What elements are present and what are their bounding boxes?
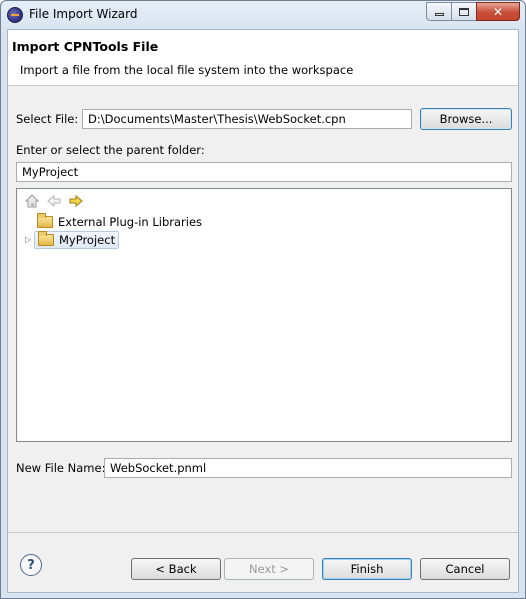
help-icon[interactable]: ? bbox=[20, 554, 42, 576]
forward-arrow-icon[interactable] bbox=[67, 193, 85, 209]
dialog-client-area: Import CPNTools File Import a file from … bbox=[7, 29, 519, 593]
next-button[interactable]: Next > bbox=[224, 558, 314, 580]
page-title: Import CPNTools File bbox=[12, 39, 159, 54]
tree-item[interactable]: External Plug-in Libraries bbox=[25, 213, 202, 231]
folder-icon bbox=[37, 213, 53, 228]
footer-separator bbox=[8, 532, 518, 533]
browse-button[interactable]: Browse... bbox=[420, 108, 512, 130]
finish-button[interactable]: Finish bbox=[322, 558, 412, 580]
maximize-button[interactable] bbox=[451, 2, 477, 21]
tree-item-selected[interactable]: ▷ MyProject bbox=[25, 231, 120, 249]
maximize-icon bbox=[459, 7, 469, 16]
close-button[interactable]: ✕ bbox=[476, 2, 520, 21]
parent-folder-label: Enter or select the parent folder: bbox=[16, 143, 205, 157]
eclipse-app-icon bbox=[7, 7, 23, 23]
back-button[interactable]: < Back bbox=[131, 558, 221, 580]
folder-tree[interactable]: External Plug-in Libraries ▷ MyProject bbox=[16, 188, 512, 442]
new-file-name-input[interactable]: WebSocket.pnml bbox=[104, 458, 512, 478]
window-controls: ✕ bbox=[426, 2, 520, 21]
tree-item-label: MyProject bbox=[59, 233, 116, 247]
close-icon: ✕ bbox=[492, 4, 504, 19]
select-file-input[interactable]: D:\Documents\Master\Thesis\WebSocket.cpn bbox=[82, 109, 412, 129]
home-icon[interactable] bbox=[23, 193, 41, 209]
tree-item-label: External Plug-in Libraries bbox=[58, 215, 203, 229]
select-file-label: Select File: bbox=[16, 112, 79, 126]
folder-icon bbox=[38, 231, 54, 246]
cancel-button[interactable]: Cancel bbox=[420, 558, 510, 580]
expand-arrow-icon[interactable]: ▷ bbox=[25, 236, 33, 244]
import-wizard-window: File Import Wizard ✕ Import CPNTools Fil… bbox=[0, 0, 526, 599]
back-arrow-icon[interactable] bbox=[45, 193, 63, 209]
window-title: File Import Wizard bbox=[29, 7, 138, 21]
wizard-header: Import CPNTools File Import a file from … bbox=[8, 30, 518, 86]
new-file-name-label: New File Name: bbox=[16, 461, 106, 475]
parent-folder-input[interactable]: MyProject bbox=[16, 162, 512, 182]
minimize-icon bbox=[434, 13, 444, 16]
selected-item-highlight: MyProject bbox=[34, 231, 120, 249]
minimize-button[interactable] bbox=[426, 2, 452, 21]
title-bar[interactable]: File Import Wizard ✕ bbox=[1, 1, 525, 29]
tree-toolbar bbox=[23, 193, 89, 211]
page-description: Import a file from the local file system… bbox=[20, 63, 354, 77]
